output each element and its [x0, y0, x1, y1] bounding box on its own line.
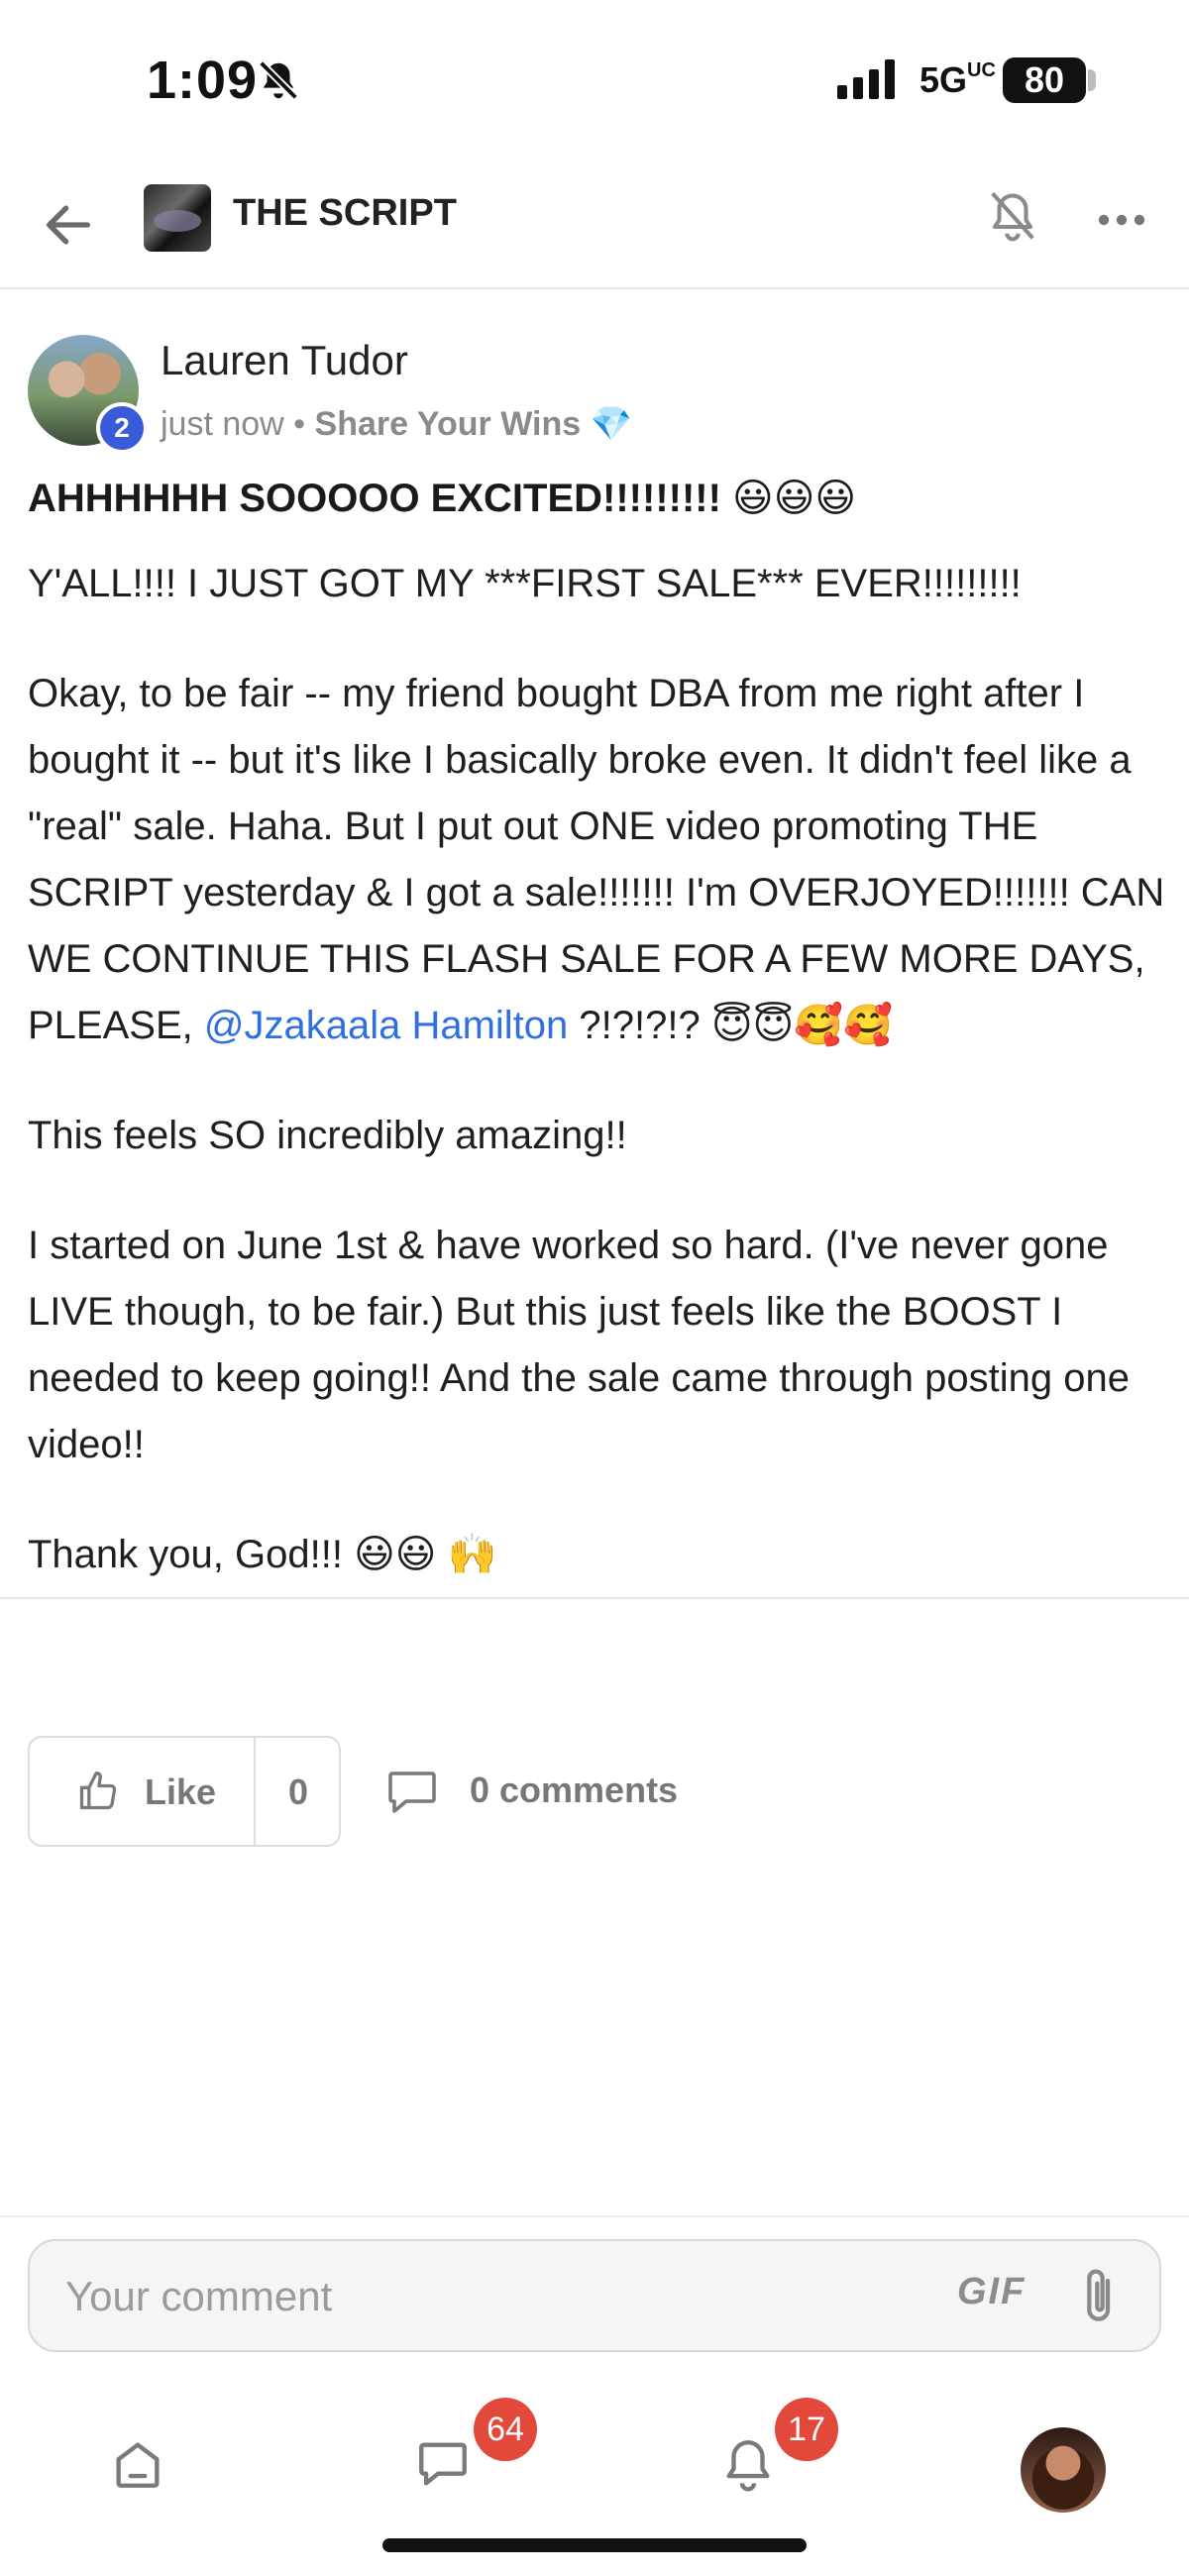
bell-slash-icon	[259, 60, 298, 100]
comments-count-label: 0 comments	[470, 1770, 679, 1810]
comment-area-divider	[0, 2215, 1189, 2217]
status-time: 1:09	[147, 51, 259, 110]
notifications-off-icon[interactable]	[986, 188, 1039, 248]
level-badge: 2	[96, 402, 148, 454]
author-name[interactable]: Lauren Tudor	[161, 337, 408, 384]
paperclip-icon[interactable]	[1080, 2265, 1120, 2328]
comment-input[interactable]	[65, 2269, 918, 2324]
user-mention-link[interactable]: @Jzakaala Hamilton	[204, 1004, 568, 1047]
post-paragraph: I started on June 1st & have worked so h…	[28, 1224, 1130, 1466]
battery-tip	[1088, 69, 1096, 91]
home-indicator	[382, 2538, 807, 2552]
more-options-icon[interactable]	[1096, 200, 1147, 240]
group-title[interactable]: THE SCRIPT	[233, 192, 457, 235]
bell-icon	[726, 2440, 770, 2492]
post-paragraph: This feels SO incredibly amazing!!	[28, 1114, 627, 1157]
post-paragraph: Thank you, God!!! 😃😃 🙌	[28, 1533, 497, 1576]
network-label: 5GUC	[919, 59, 996, 100]
nav-home[interactable]	[81, 2408, 190, 2517]
nav-notifications[interactable]: 17	[692, 2398, 838, 2517]
thumbs-up-icon	[79, 1771, 117, 1810]
post-divider	[0, 1597, 1189, 1599]
chat-icon	[419, 2442, 467, 2486]
nav-chat[interactable]: 64	[386, 2398, 537, 2517]
post-timestamp: just now	[161, 405, 284, 443]
paragraph-text: ?!?!?!? 😇😇🥰🥰	[568, 1004, 893, 1047]
gif-button[interactable]: GIF	[957, 2271, 1026, 2313]
notifications-badge: 17	[775, 2398, 838, 2461]
like-count[interactable]: 0	[256, 1771, 341, 1813]
post-paragraph: Y'ALL!!!! I JUST GOT MY ***FIRST SALE***…	[28, 562, 1022, 605]
chat-badge: 64	[474, 2398, 537, 2461]
comment-bubble-icon	[388, 1771, 436, 1813]
like-group: Like 0	[28, 1736, 341, 1847]
group-thumbnail[interactable]	[144, 184, 211, 252]
post-paragraph: Okay, to be fair -- my friend bought DBA…	[28, 661, 1167, 1059]
meta-separator: •	[283, 405, 315, 443]
like-label: Like	[145, 1771, 217, 1812]
app-header: THE SCRIPT	[0, 170, 1189, 289]
battery-indicator: 80	[1003, 57, 1086, 103]
post-actions: Like 0 0 comments	[28, 1736, 1167, 1847]
comment-box: GIF	[28, 2239, 1161, 2352]
comments-button[interactable]: 0 comments	[386, 1736, 723, 1847]
post-body: Y'ALL!!!! I JUST GOT MY ***FIRST SALE***…	[28, 551, 1167, 1632]
post-meta: just now • Share Your Wins 💎	[161, 404, 632, 444]
post-category[interactable]: Share Your Wins	[315, 405, 582, 443]
status-bar: 1:09 5GUC 80	[0, 0, 1189, 159]
post-title: AHHHHHH SOOOOO EXCITED!!!!!!!!! 😃😃😃	[28, 477, 857, 520]
nav-profile[interactable]	[999, 2408, 1108, 2517]
profile-avatar	[1021, 2427, 1106, 2513]
like-button[interactable]: Like	[30, 1738, 256, 1845]
paragraph-text: Okay, to be fair -- my friend bought DBA…	[28, 672, 1165, 1047]
home-icon	[116, 2442, 160, 2488]
category-gem-icon: 💎	[590, 405, 632, 443]
back-arrow-icon[interactable]	[40, 196, 97, 254]
signal-icon	[837, 59, 895, 99]
bottom-nav: 64 17	[0, 2378, 1189, 2536]
